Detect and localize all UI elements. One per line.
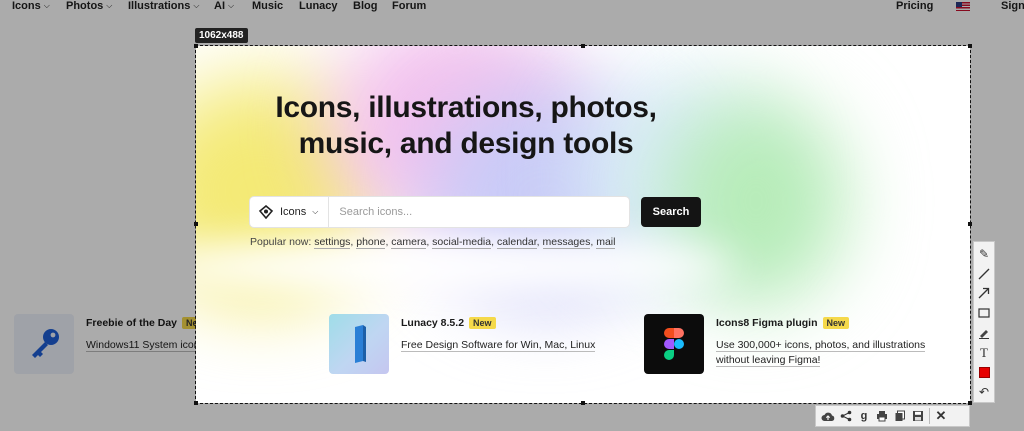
line-icon[interactable] <box>975 264 993 284</box>
pen-icon[interactable]: ✎ <box>975 244 993 264</box>
icons-category-icon <box>258 205 274 219</box>
chevron-down-icon: ⌵ <box>312 207 319 216</box>
search-bar: Icons ⌵ <box>250 197 629 227</box>
resize-handle[interactable] <box>581 401 585 405</box>
popular-tag-social-media[interactable]: social-media <box>432 236 492 249</box>
toolbar-divider <box>929 408 930 424</box>
search-button[interactable]: Search <box>641 197 701 227</box>
popular-tag-mail[interactable]: mail <box>596 236 616 249</box>
card-title: Lunacy 8.5.2 <box>401 317 465 329</box>
action-toolbar: g ✕ <box>815 405 970 427</box>
popular-tags: Popular now: settings, phone, camera, so… <box>250 236 616 249</box>
resize-handle[interactable] <box>581 44 585 48</box>
card-title: Icons8 Figma plugin <box>716 317 818 329</box>
search-type-dropdown[interactable]: Icons ⌵ <box>250 197 330 227</box>
figma-logo-icon <box>664 328 684 360</box>
google-search-icon[interactable]: g <box>855 407 873 425</box>
undo-icon[interactable]: ↶ <box>975 382 993 402</box>
rectangle-icon[interactable] <box>975 303 993 323</box>
hero-heading: Icons, illustrations, photos, music, and… <box>275 91 657 160</box>
new-badge: New <box>822 317 850 329</box>
search-input[interactable] <box>329 206 629 218</box>
capture-selection[interactable]: Icons, illustrations, photos, music, and… <box>196 46 970 403</box>
popular-tag-camera[interactable]: camera <box>391 236 427 249</box>
lunacy-card[interactable]: Lunacy 8.5.2 New Free Design Software for… <box>329 314 596 374</box>
popular-tag-phone[interactable]: phone <box>356 236 386 249</box>
card-description[interactable]: Use 300,000+ icons, photos, and illustra… <box>716 339 926 352</box>
lunacy-thumbnail <box>329 314 389 374</box>
card-description[interactable]: Free Design Software for Win, Mac, Linux <box>401 339 596 352</box>
selection-size-label: 1062x488 <box>195 28 248 43</box>
lunacy-logo-icon <box>355 325 366 363</box>
resize-handle[interactable] <box>194 222 198 226</box>
figma-thumbnail <box>644 314 704 374</box>
color-swatch <box>978 366 990 378</box>
dim-overlay <box>0 46 196 403</box>
figma-plugin-card[interactable]: Icons8 Figma plugin New Use 300,000+ icon… <box>644 314 926 374</box>
share-icon[interactable] <box>837 407 855 425</box>
upload-cloud-icon[interactable] <box>819 407 837 425</box>
dim-overlay <box>0 0 1024 46</box>
save-icon[interactable] <box>909 407 927 425</box>
copy-icon[interactable] <box>891 407 909 425</box>
close-icon[interactable]: ✕ <box>932 407 950 425</box>
color-picker[interactable] <box>975 363 993 383</box>
resize-handle[interactable] <box>968 44 972 48</box>
popular-tag-settings[interactable]: settings <box>314 236 351 249</box>
arrow-icon[interactable] <box>975 284 993 304</box>
popular-tag-messages[interactable]: messages <box>542 236 591 249</box>
resize-handle[interactable] <box>968 222 972 226</box>
text-icon[interactable]: T <box>975 343 993 363</box>
marker-icon[interactable] <box>975 323 993 343</box>
popular-tag-calendar[interactable]: calendar <box>496 236 537 249</box>
card-description-line2[interactable]: without leaving Figma! <box>716 354 821 367</box>
resize-handle[interactable] <box>194 44 198 48</box>
resize-handle[interactable] <box>194 401 198 405</box>
drawing-toolbar: ✎ T ↶ <box>973 241 995 403</box>
print-icon[interactable] <box>873 407 891 425</box>
new-badge: New <box>469 317 496 329</box>
